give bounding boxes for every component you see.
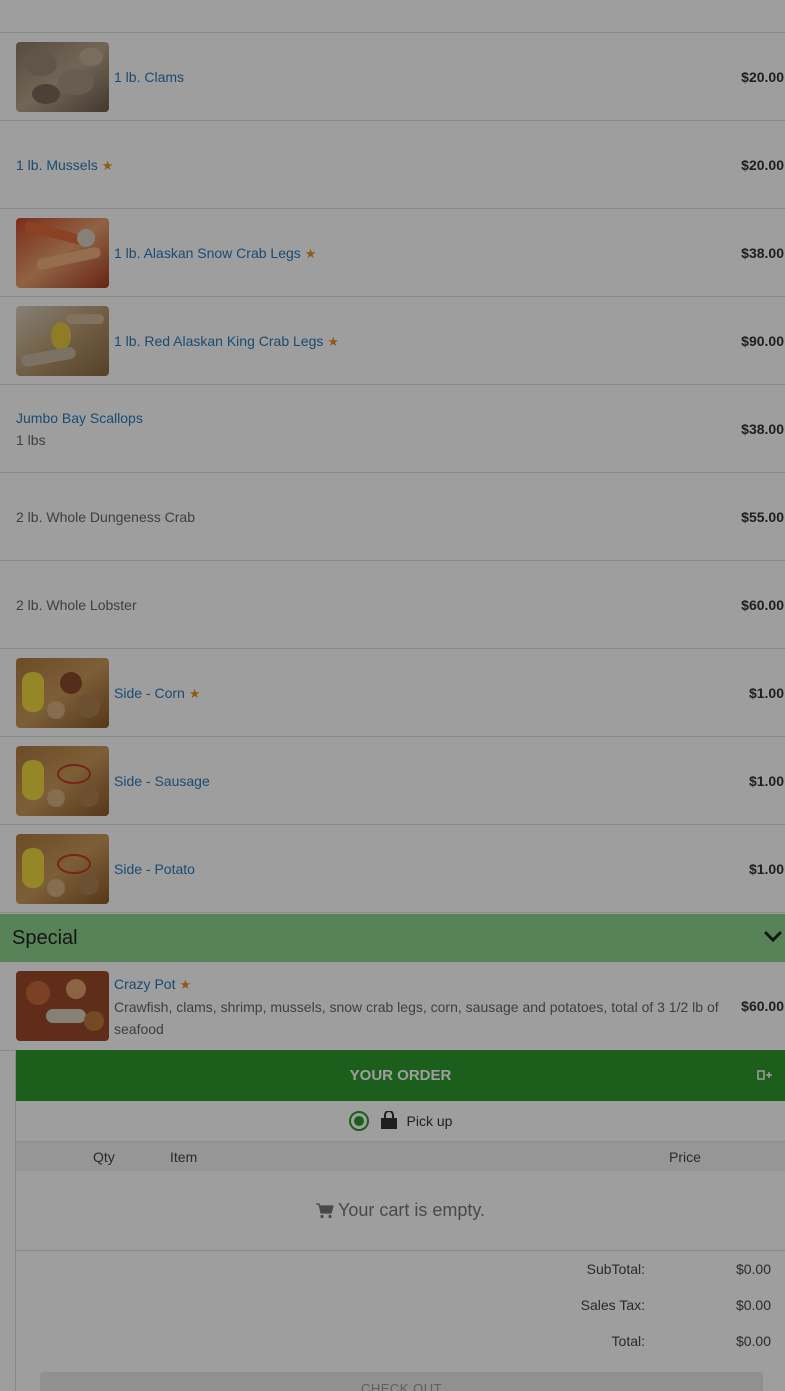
item-name-link[interactable]: Side - Potato bbox=[114, 861, 195, 877]
item-price: $1.00 bbox=[748, 861, 784, 877]
item-column-header: Item bbox=[170, 1148, 198, 1165]
clams-photo bbox=[16, 42, 109, 112]
item-name-link[interactable]: Side - Sausage bbox=[114, 773, 210, 789]
order-totals: SubTotal: $0.00 Sales Tax: $0.00 Total: … bbox=[16, 1251, 785, 1371]
item-text: Crazy Pot ★ Crawfish, clams, shrimp, muss… bbox=[114, 962, 739, 1050]
category-header-special[interactable]: Special bbox=[0, 914, 785, 962]
menu-item-dungeness[interactable]: 2 lb. Whole Dungeness Crab $55.00 bbox=[0, 473, 785, 561]
item-text: 2 lb. Whole Dungeness Crab bbox=[16, 473, 195, 561]
menu-item-scallops[interactable]: Jumbo Bay Scallops 1 lbs $38.00 bbox=[0, 385, 785, 473]
item-text: 1 lb. Clams bbox=[114, 33, 184, 121]
category-title: Special bbox=[12, 926, 78, 949]
item-size: 1 lbs bbox=[16, 432, 46, 448]
tax-value: $0.00 bbox=[735, 1297, 771, 1313]
item-price: $60.00 bbox=[741, 998, 784, 1014]
menu-item-clams[interactable]: 1 lb. Clams $20.00 bbox=[0, 33, 785, 121]
item-price: $1.00 bbox=[748, 685, 784, 701]
item-text: Jumbo Bay Scallops 1 lbs bbox=[16, 385, 143, 473]
boil-photo bbox=[16, 746, 109, 816]
star-icon: ★ bbox=[101, 157, 114, 173]
item-name: 2 lb. Whole Dungeness Crab bbox=[16, 509, 195, 525]
item-name-link[interactable]: 1 lb. Clams bbox=[114, 69, 184, 85]
item-text: 1 lb. Alaskan Snow Crab Legs ★ bbox=[114, 209, 316, 297]
snow-crab-photo bbox=[16, 218, 109, 288]
subtotal-value: $0.00 bbox=[735, 1261, 771, 1277]
item-price: $1.00 bbox=[748, 773, 784, 789]
star-icon: ★ bbox=[304, 245, 317, 261]
empty-cart-text: Your cart is empty. bbox=[337, 1200, 486, 1220]
star-icon: ★ bbox=[188, 685, 201, 701]
pickup-option[interactable]: Pick up bbox=[16, 1101, 785, 1142]
minimize-icon[interactable] bbox=[757, 1068, 773, 1082]
order-panel: YOUR ORDER Pick up Qty Item Price Your c… bbox=[15, 1050, 785, 1391]
menu-row-partial bbox=[0, 0, 785, 33]
item-name-link[interactable]: Side - Corn bbox=[114, 685, 185, 701]
cart-table-header: Qty Item Price bbox=[16, 1142, 785, 1171]
total-label: Total: bbox=[611, 1333, 645, 1349]
item-text: Side - Potato bbox=[114, 825, 195, 913]
subtotal-row: SubTotal: $0.00 bbox=[16, 1261, 785, 1281]
item-text: 2 lb. Whole Lobster bbox=[16, 561, 137, 649]
item-name: 2 lb. Whole Lobster bbox=[16, 597, 137, 613]
menu-list: 1 lb. Clams $20.00 1 lb. Mussels ★ $20.00… bbox=[0, 0, 785, 913]
item-name-link[interactable]: 1 lb. Red Alaskan King Crab Legs bbox=[114, 333, 323, 349]
tax-row: Sales Tax: $0.00 bbox=[16, 1297, 785, 1317]
boil-photo bbox=[16, 834, 109, 904]
item-text: 1 lb. Red Alaskan King Crab Legs ★ bbox=[114, 297, 339, 385]
item-name-link[interactable]: Crazy Pot bbox=[114, 976, 175, 992]
pickup-label: Pick up bbox=[406, 1113, 453, 1129]
menu-item-mussels[interactable]: 1 lb. Mussels ★ $20.00 bbox=[0, 121, 785, 209]
menu-item-lobster[interactable]: 2 lb. Whole Lobster $60.00 bbox=[0, 561, 785, 649]
empty-cart-message: Your cart is empty. bbox=[16, 1171, 785, 1251]
checkout-button[interactable]: CHECK OUT bbox=[40, 1372, 763, 1391]
item-price: $90.00 bbox=[741, 333, 784, 349]
menu-item-side-sausage[interactable]: Side - Sausage $1.00 bbox=[0, 737, 785, 825]
item-text: 1 lb. Mussels ★ bbox=[16, 121, 113, 209]
item-price: $55.00 bbox=[741, 509, 784, 525]
subtotal-label: SubTotal: bbox=[586, 1261, 645, 1277]
crazy-pot-photo bbox=[16, 971, 109, 1041]
qty-column-header: Qty bbox=[93, 1148, 115, 1165]
item-price: $20.00 bbox=[741, 69, 784, 85]
item-price: $38.00 bbox=[741, 245, 784, 261]
star-icon: ★ bbox=[179, 976, 192, 992]
menu-item-king-crab[interactable]: 1 lb. Red Alaskan King Crab Legs ★ $90.00 bbox=[0, 297, 785, 385]
menu-item-snow-crab[interactable]: 1 lb. Alaskan Snow Crab Legs ★ $38.00 bbox=[0, 209, 785, 297]
item-name-link[interactable]: 1 lb. Mussels bbox=[16, 157, 98, 173]
total-value: $0.00 bbox=[735, 1333, 771, 1349]
total-row: Total: $0.00 bbox=[16, 1333, 785, 1353]
star-icon: ★ bbox=[327, 333, 340, 349]
pickup-radio[interactable] bbox=[348, 1111, 369, 1131]
tax-label: Sales Tax: bbox=[580, 1297, 645, 1313]
chevron-down-icon[interactable] bbox=[763, 926, 783, 946]
menu-item-crazy-pot[interactable]: Crazy Pot ★ Crawfish, clams, shrimp, muss… bbox=[0, 962, 785, 1051]
item-price: $38.00 bbox=[741, 421, 784, 437]
order-header: YOUR ORDER bbox=[16, 1050, 785, 1101]
item-name-link[interactable]: Jumbo Bay Scallops bbox=[16, 410, 143, 426]
item-name-link[interactable]: 1 lb. Alaskan Snow Crab Legs bbox=[114, 245, 301, 261]
item-price: $20.00 bbox=[741, 157, 784, 173]
menu-item-side-corn[interactable]: Side - Corn ★ $1.00 bbox=[0, 649, 785, 737]
price-column-header: Price bbox=[669, 1148, 701, 1165]
item-text: Side - Sausage bbox=[114, 737, 210, 825]
king-crab-photo bbox=[16, 306, 109, 376]
boil-photo bbox=[16, 658, 109, 728]
item-text: Side - Corn ★ bbox=[114, 649, 200, 737]
item-price: $60.00 bbox=[741, 597, 784, 613]
shopping-bag-icon bbox=[380, 1111, 397, 1129]
order-title: YOUR ORDER bbox=[349, 1067, 452, 1084]
menu-item-side-potato[interactable]: Side - Potato $1.00 bbox=[0, 825, 785, 913]
cart-icon bbox=[315, 1202, 334, 1218]
item-description: Crawfish, clams, shrimp, mussels, snow c… bbox=[114, 998, 719, 1037]
